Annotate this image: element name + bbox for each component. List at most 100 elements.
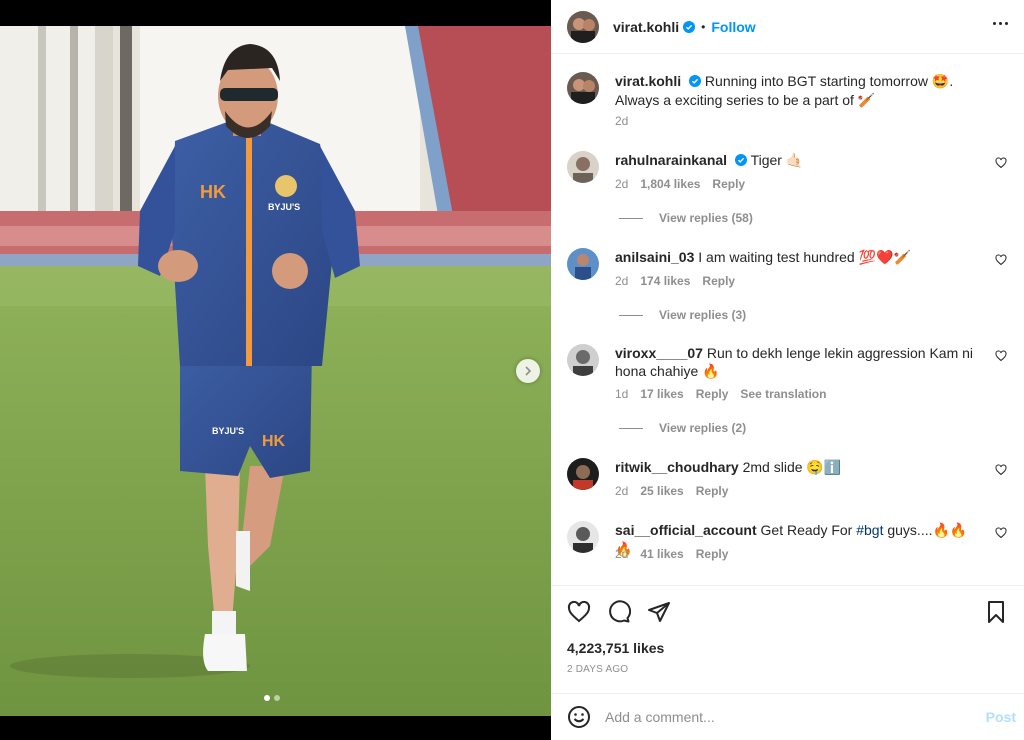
next-slide-button[interactable] (516, 359, 540, 383)
replies-divider (619, 217, 643, 219)
comment-username[interactable]: viroxx____07 (615, 345, 703, 361)
post-media: BYJU'S HK HK BYJU'S (0, 0, 551, 740)
comment-time[interactable]: 1d (615, 387, 628, 401)
comment-emoji: 🔥 (702, 364, 720, 380)
commenter-avatar[interactable] (567, 344, 599, 376)
author-avatar[interactable] (567, 10, 599, 43)
author-username[interactable]: virat.kohli (613, 19, 679, 35)
comment-likes[interactable]: 17 likes (640, 387, 683, 401)
caption-part: Running into BGT starting tomorrow (704, 73, 932, 89)
comment-likes[interactable]: 41 likes (640, 547, 683, 561)
view-replies-button[interactable]: View replies (3) (619, 308, 746, 322)
comment-time[interactable]: 2d (615, 547, 628, 561)
comment-emoji: 🤙🏻 (785, 153, 804, 169)
caption-time[interactable]: 2d (615, 114, 628, 128)
comment-body: Tiger (750, 152, 786, 168)
likes-count[interactable]: 4,223,751 likes (567, 640, 664, 656)
comment-body-after: guys.... (883, 522, 933, 538)
view-replies-label: View replies (2) (659, 421, 747, 435)
heart-icon[interactable] (995, 350, 1007, 362)
instagram-post-modal: BYJU'S HK HK BYJU'S virat.kohli • Follow… (0, 0, 1024, 740)
post-details-panel: virat.kohli • Follow virat.kohli Running… (551, 0, 1024, 740)
share-icon[interactable] (647, 600, 671, 624)
comment-text: anilsaini_03 I am waiting test hundred 💯… (615, 248, 975, 267)
chevron-right-icon (525, 366, 532, 376)
comment-likes[interactable]: 1,804 likes (640, 177, 700, 191)
comments-list: virat.kohli Running into BGT starting to… (551, 55, 1024, 585)
comment-time[interactable]: 2d (615, 274, 628, 288)
author-avatar[interactable] (567, 72, 599, 104)
verified-badge-icon (689, 75, 702, 87)
comment-meta: 1d 17 likes Reply See translation (615, 387, 826, 401)
replies-divider (619, 314, 643, 316)
carousel-dot-active (264, 695, 270, 701)
heart-icon[interactable] (995, 157, 1007, 169)
bookmark-icon[interactable] (984, 600, 1008, 624)
view-replies-label: View replies (58) (659, 211, 753, 225)
comment-body: I am waiting test hundred (698, 249, 859, 265)
svg-text:HK: HK (262, 433, 286, 450)
comment-meta: 2d 1,804 likes Reply (615, 177, 745, 191)
caption-emoji: 🏏 (857, 93, 876, 109)
comment-meta: 2d 174 likes Reply (615, 274, 735, 288)
reply-button[interactable]: Reply (712, 177, 745, 191)
header-separator: • (701, 19, 706, 34)
comment-emoji: 💯❤️🏏 (858, 250, 911, 266)
heart-icon[interactable] (995, 254, 1007, 266)
comment-username[interactable]: rahulnaraink­anal (615, 152, 727, 168)
reply-button[interactable]: Reply (702, 274, 735, 288)
caption-emoji: 🤩 (931, 74, 950, 90)
view-replies-button[interactable]: View replies (58) (619, 211, 753, 225)
comment-meta: 2d 41 likes Reply (615, 547, 728, 561)
comment-body: Get Ready For (760, 522, 857, 538)
post-photo: BYJU'S HK HK BYJU'S (0, 26, 551, 716)
comment-body: 2md slide (742, 459, 807, 475)
caption-username[interactable]: virat.kohli (615, 73, 681, 89)
hashtag-link[interactable]: #bgt (856, 522, 883, 538)
see-translation-button[interactable]: See translation (740, 387, 826, 401)
heart-icon[interactable] (995, 527, 1007, 539)
caption-text: virat.kohli Running into BGT starting to… (615, 72, 975, 110)
comment-composer: Post (551, 693, 1024, 740)
svg-text:HK: HK (200, 182, 226, 202)
comment-emoji: 🤤ℹ️ (806, 460, 842, 476)
comment-meta: 2d 25 likes Reply (615, 484, 728, 498)
action-bar (567, 600, 671, 624)
comment-likes[interactable]: 25 likes (640, 484, 683, 498)
comment-icon[interactable] (607, 600, 632, 624)
carousel-indicator (264, 695, 280, 701)
commenter-avatar[interactable] (567, 521, 599, 553)
commenter-avatar[interactable] (567, 248, 599, 280)
verified-badge-icon (734, 154, 747, 166)
comment-text: ritwik__choudhary 2md slide 🤤ℹ️ (615, 458, 975, 477)
post-comment-button[interactable]: Post (986, 709, 1016, 725)
verified-badge-icon (683, 20, 696, 33)
carousel-dot (274, 695, 280, 701)
comment-input[interactable] (605, 709, 965, 725)
post-header: virat.kohli • Follow (551, 0, 1024, 54)
commenter-avatar[interactable] (567, 458, 599, 490)
reply-button[interactable]: Reply (696, 484, 729, 498)
smiley-icon[interactable] (567, 705, 591, 729)
post-actions: 4,223,751 likes 2 DAYS AGO (551, 585, 1024, 693)
comment-username[interactable]: ritwik__choudhary (615, 459, 739, 475)
comment-username[interactable]: sai__official_account (615, 522, 757, 538)
commenter-avatar[interactable] (567, 151, 599, 183)
post-date[interactable]: 2 DAYS AGO (567, 664, 628, 675)
comment-time[interactable]: 2d (615, 177, 628, 191)
reply-button[interactable]: Reply (696, 387, 729, 401)
replies-divider (619, 427, 643, 429)
comment-likes[interactable]: 174 likes (640, 274, 690, 288)
follow-button[interactable]: Follow (711, 19, 755, 35)
more-dots-icon[interactable] (989, 18, 1012, 29)
caption-meta: 2d (615, 114, 628, 128)
svg-text:BYJU'S: BYJU'S (212, 426, 244, 436)
comment-time[interactable]: 2d (615, 484, 628, 498)
view-replies-button[interactable]: View replies (2) (619, 421, 746, 435)
reply-button[interactable]: Reply (696, 547, 729, 561)
view-replies-label: View replies (3) (659, 308, 747, 322)
svg-text:BYJU'S: BYJU'S (268, 202, 300, 212)
comment-username[interactable]: anilsaini_03 (615, 249, 694, 265)
heart-icon[interactable] (567, 600, 591, 624)
heart-icon[interactable] (995, 464, 1007, 476)
